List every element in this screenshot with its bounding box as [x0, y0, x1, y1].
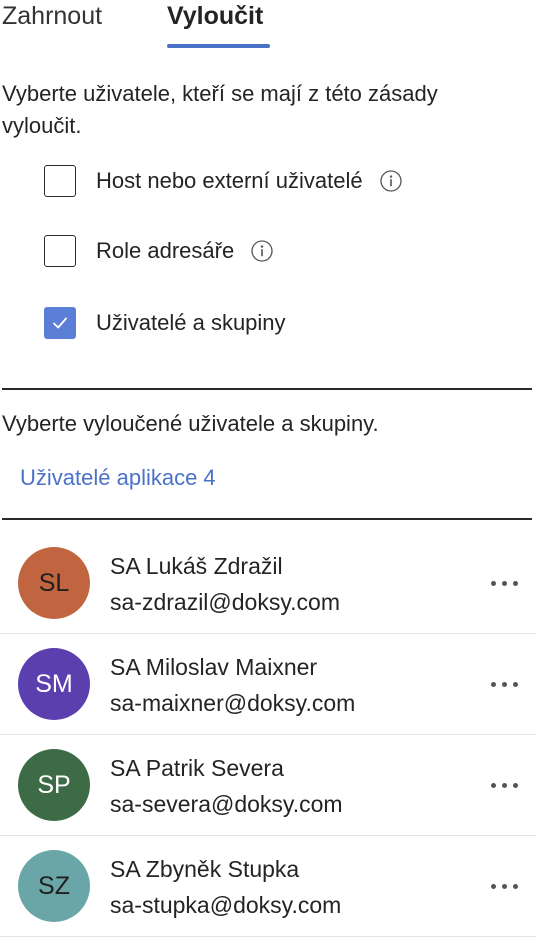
more-options-icon[interactable] — [480, 874, 528, 898]
checkbox-checked[interactable] — [44, 307, 76, 339]
user-email: sa-stupka@doksy.com — [110, 892, 342, 918]
user-name: SA Patrik Severa — [110, 755, 284, 781]
list-item: SM SA Miloslav Maixner sa-maixner@doksy.… — [0, 634, 536, 735]
selected-users-link[interactable]: Uživatelé aplikace 4 — [20, 462, 216, 494]
user-email: sa-maixner@doksy.com — [110, 690, 356, 716]
tab-bar: Zahrnout Vyloučit — [0, 0, 536, 52]
info-icon[interactable] — [379, 170, 402, 192]
user-name: SA Zbyněk Stupka — [110, 856, 300, 882]
option-guest-external-users[interactable]: Host nebo externí uživatelé — [44, 163, 402, 199]
user-email: sa-zdrazil@doksy.com — [110, 589, 340, 615]
avatar: SZ — [18, 850, 90, 922]
avatar: SL — [18, 547, 90, 619]
user-name: SA Lukáš Zdražil — [110, 553, 283, 579]
option-directory-roles[interactable]: Role adresáře — [44, 233, 273, 269]
list-item: SP SA Patrik Severa sa-severa@doksy.com — [0, 735, 536, 836]
option-users-and-groups[interactable]: Uživatelé a skupiny — [44, 305, 286, 341]
info-icon[interactable] — [251, 240, 273, 262]
option-label: Uživatelé a skupiny — [96, 310, 286, 335]
more-options-icon[interactable] — [480, 672, 528, 696]
more-options-icon[interactable] — [480, 773, 528, 797]
option-label: Host nebo externí uživatelé — [96, 168, 363, 193]
checkbox[interactable] — [44, 235, 76, 267]
checkmark-icon — [53, 317, 67, 329]
user-name: SA Miloslav Maixner — [110, 654, 318, 680]
selected-users-label: Vyberte vyloučené uživatele a skupiny. — [2, 411, 379, 436]
tab-exclude[interactable]: Vyloučit — [167, 0, 263, 32]
list-item: SL SA Lukáš Zdražil sa-zdrazil@doksy.com — [0, 533, 536, 634]
user-email: sa-severa@doksy.com — [110, 791, 343, 817]
option-label: Role adresáře — [96, 238, 235, 263]
section-divider — [2, 388, 532, 390]
more-options-icon[interactable] — [480, 571, 528, 595]
active-tab-indicator — [167, 44, 270, 48]
excluded-users-list: SL SA Lukáš Zdražil sa-zdrazil@doksy.com… — [0, 533, 536, 937]
tab-include[interactable]: Zahrnout — [2, 0, 102, 32]
list-item: SZ SA Zbyněk Stupka sa-stupka@doksy.com — [0, 836, 536, 937]
avatar: SP — [18, 749, 90, 821]
list-divider — [2, 518, 532, 520]
checkbox[interactable] — [44, 165, 76, 197]
exclude-instructions: Vyberte uživatele, kteří se mají z této … — [2, 81, 438, 138]
avatar: SM — [18, 648, 90, 720]
